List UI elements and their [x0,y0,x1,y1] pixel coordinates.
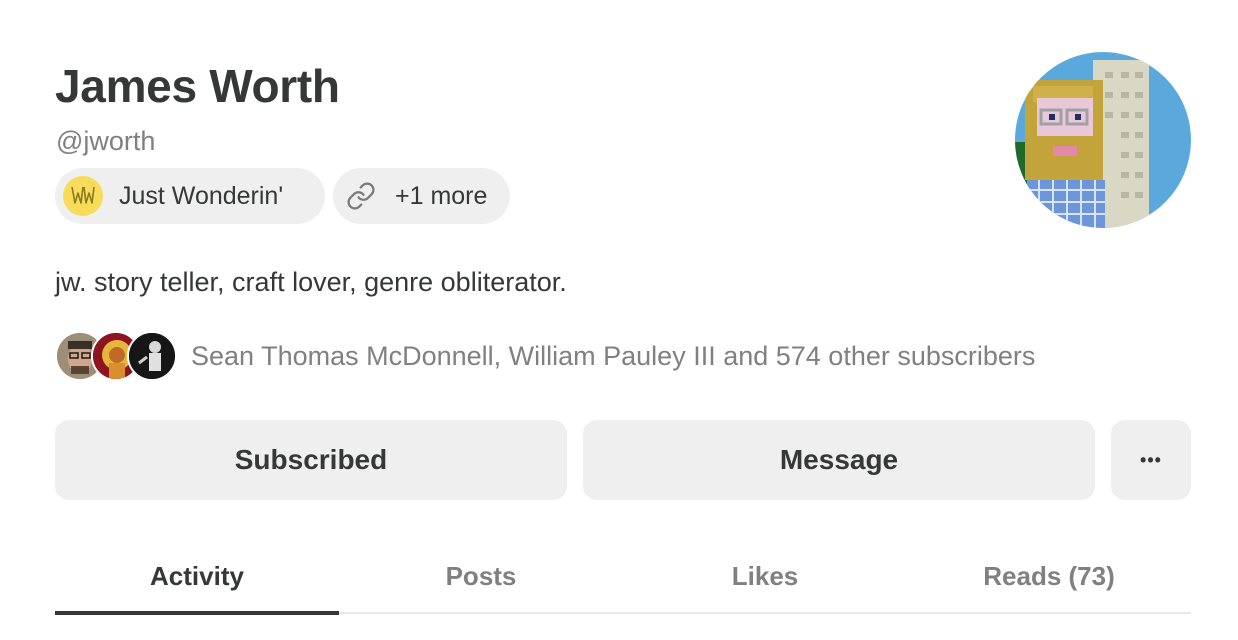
tab-activity[interactable]: Activity [55,540,339,615]
tab-reads[interactable]: Reads (73) [907,540,1191,612]
more-options-button[interactable]: ••• [1111,420,1191,500]
subscriber-avatars [55,331,177,381]
profile-tabs: Activity Posts Likes Reads (73) [55,540,1191,615]
tab-posts[interactable]: Posts [339,540,623,612]
more-links-chip[interactable]: +1 more [333,168,510,224]
publication-chip[interactable]: Just Wonderin' [55,168,325,224]
publication-logo-icon [63,176,103,216]
message-button[interactable]: Message [583,420,1095,500]
jw-logo-glyph [71,186,95,204]
subscribed-button[interactable]: Subscribed [55,420,567,500]
profile-name: James Worth [55,60,340,112]
ellipsis-icon: ••• [1140,449,1162,470]
profile-bio: jw. story teller, craft lover, genre obl… [55,267,567,297]
publication-chip-label: Just Wonderin' [119,181,284,210]
link-icon [341,176,381,216]
profile-handle: @jworth [56,126,156,156]
profile-avatar [1015,52,1191,228]
subscribers-row[interactable]: Sean Thomas McDonnell, William Pauley II… [55,331,1035,381]
more-links-label: +1 more [395,181,488,210]
subscribers-text[interactable]: Sean Thomas McDonnell, William Pauley II… [191,341,1035,372]
subscriber-avatar [127,331,177,381]
tab-likes[interactable]: Likes [623,540,907,612]
